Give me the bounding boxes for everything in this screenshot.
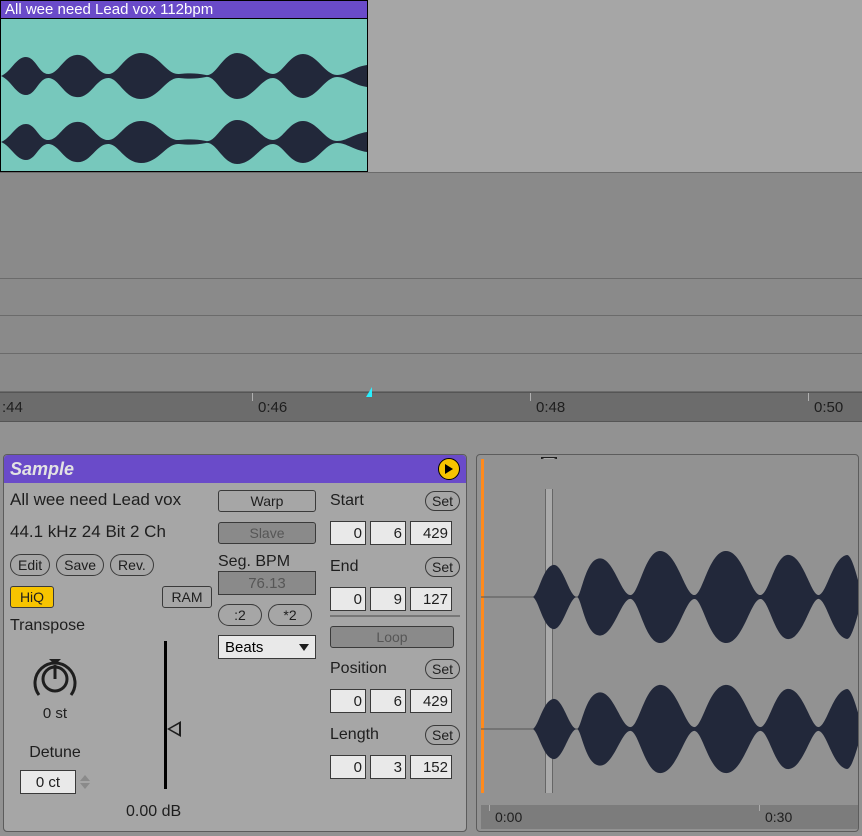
detune-input[interactable]: 0 ct xyxy=(20,770,76,794)
clip-title: All wee need Lead vox 112bpm xyxy=(5,1,213,18)
transpose-label: Transpose xyxy=(10,617,212,635)
sample-waveform-display[interactable] xyxy=(481,459,858,793)
arrangement-track-5[interactable] xyxy=(0,354,862,392)
sample-panel: Sample All wee need Lead vox 44.1 kHz 24… xyxy=(3,454,467,832)
sample-info-column: All wee need Lead vox 44.1 kHz 24 Bit 2 … xyxy=(10,489,212,825)
clip-waveform-channel-2 xyxy=(1,113,369,171)
start-ticks[interactable]: 429 xyxy=(410,521,452,545)
length-bars[interactable]: 0 xyxy=(330,755,366,779)
play-icon xyxy=(444,464,454,474)
segment-bpm-label: Seg. BPM xyxy=(218,553,322,571)
sample-waveform-channel-2 xyxy=(481,679,859,779)
start-label: Start xyxy=(330,492,364,510)
ruler-label: 0:00 xyxy=(495,809,522,825)
warp-mode-value: Beats xyxy=(225,639,263,656)
end-beats[interactable]: 9 xyxy=(370,587,406,611)
sample-panel-title: Sample xyxy=(10,459,74,480)
length-beats[interactable]: 3 xyxy=(370,755,406,779)
sample-waveform-channel-1 xyxy=(481,547,859,647)
chevron-down-icon xyxy=(299,644,309,651)
sample-panel-header: Sample xyxy=(4,455,466,483)
slave-toggle[interactable]: Slave xyxy=(218,522,316,544)
start-bars[interactable]: 0 xyxy=(330,521,366,545)
gain-slider-track[interactable] xyxy=(164,641,167,789)
transpose-knob[interactable] xyxy=(33,657,77,701)
warp-mode-select[interactable]: Beats xyxy=(218,635,316,659)
detune-label: Detune xyxy=(29,744,81,762)
ruler-tick xyxy=(252,393,253,401)
ram-toggle[interactable]: RAM xyxy=(162,586,212,608)
sample-preview-play-button[interactable] xyxy=(438,458,460,480)
position-ticks[interactable]: 429 xyxy=(410,689,452,713)
clip-waveform-channel-1 xyxy=(1,47,369,105)
ruler-label: 0:30 xyxy=(765,809,792,825)
divider-strip[interactable] xyxy=(0,422,862,452)
reverse-button[interactable]: Rev. xyxy=(110,554,154,576)
ruler-tick xyxy=(808,393,809,401)
loop-toggle[interactable]: Loop xyxy=(330,626,454,648)
end-ticks[interactable]: 127 xyxy=(410,587,452,611)
sample-time-ruler[interactable]: 0:00 0:30 xyxy=(481,805,858,829)
ruler-label: 0:46 xyxy=(258,399,287,416)
save-button[interactable]: Save xyxy=(56,554,104,576)
end-bars[interactable]: 0 xyxy=(330,587,366,611)
divider xyxy=(330,615,460,617)
start-set-button[interactable]: Set xyxy=(425,491,460,511)
length-ticks[interactable]: 152 xyxy=(410,755,452,779)
arrangement-view: All wee need Lead vox 112bpm xyxy=(0,0,862,392)
arrangement-time-ruler[interactable]: :44 0:46 0:48 0:50 xyxy=(0,392,862,422)
gain-slider-handle[interactable] xyxy=(167,721,181,737)
clip-detail-view: Sample All wee need Lead vox 44.1 kHz 24… xyxy=(0,452,862,836)
length-label: Length xyxy=(330,726,379,744)
ruler-label: :44 xyxy=(2,399,23,416)
gain-readout: 0.00 dB xyxy=(126,803,181,821)
end-set-button[interactable]: Set xyxy=(425,557,460,577)
end-label: End xyxy=(330,558,358,576)
edit-button[interactable]: Edit xyxy=(10,554,50,576)
bpm-double-button[interactable]: *2 xyxy=(268,604,312,626)
position-set-button[interactable]: Set xyxy=(425,659,460,679)
sample-markers-column: Start Set 0 6 429 End Set 0 9 127 xyxy=(330,489,460,825)
audio-clip[interactable]: All wee need Lead vox 112bpm xyxy=(0,0,368,172)
ruler-tick xyxy=(530,393,531,401)
position-beats[interactable]: 6 xyxy=(370,689,406,713)
playhead-icon xyxy=(366,387,372,397)
hiq-toggle[interactable]: HiQ xyxy=(10,586,54,608)
transpose-value: 0 st xyxy=(43,705,67,722)
detune-stepper-icon[interactable] xyxy=(80,775,90,789)
transpose-knob-area: 0 st Detune 0 ct xyxy=(20,653,90,794)
sample-name: All wee need Lead vox xyxy=(10,489,212,511)
arrangement-track-3[interactable] xyxy=(0,278,862,316)
arrangement-track-4[interactable] xyxy=(0,316,862,354)
ruler-tick xyxy=(489,805,490,811)
ruler-label: 0:50 xyxy=(814,399,843,416)
warp-column: Warp Slave Seg. BPM 76.13 :2 *2 Beats xyxy=(218,489,322,825)
position-label: Position xyxy=(330,660,387,678)
sample-waveform-panel: 0:00 0:30 xyxy=(476,454,859,832)
position-bars[interactable]: 0 xyxy=(330,689,366,713)
sample-properties: 44.1 kHz 24 Bit 2 Ch xyxy=(10,521,212,543)
start-beats[interactable]: 6 xyxy=(370,521,406,545)
ruler-tick xyxy=(759,805,760,811)
arrangement-track-2[interactable] xyxy=(0,172,862,278)
segment-bpm-input[interactable]: 76.13 xyxy=(218,571,316,595)
warp-toggle[interactable]: Warp xyxy=(218,490,316,512)
ruler-label: 0:48 xyxy=(536,399,565,416)
arrangement-track-1[interactable]: All wee need Lead vox 112bpm xyxy=(0,0,862,172)
clip-title-bar[interactable]: All wee need Lead vox 112bpm xyxy=(1,1,367,19)
bpm-half-button[interactable]: :2 xyxy=(218,604,262,626)
length-set-button[interactable]: Set xyxy=(425,725,460,745)
